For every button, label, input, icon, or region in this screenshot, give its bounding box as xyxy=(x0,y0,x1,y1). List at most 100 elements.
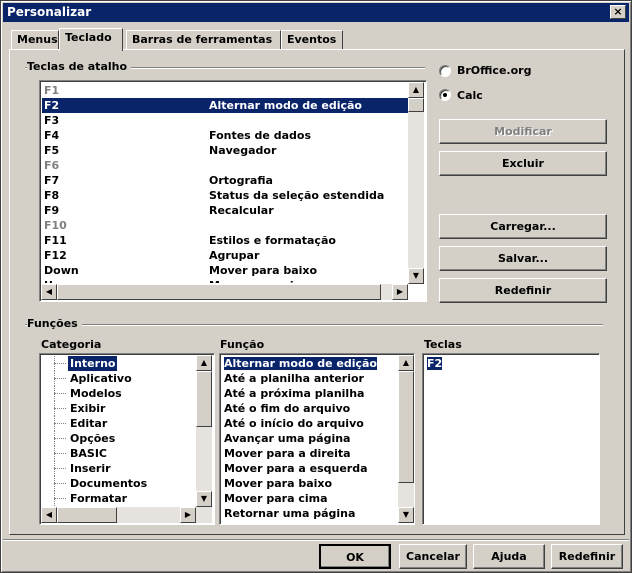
scroll-left-icon[interactable]: ◀ xyxy=(41,284,57,300)
function-vscrollbar[interactable]: ▲ ▼ xyxy=(398,355,414,523)
scroll-down-icon[interactable]: ▼ xyxy=(398,507,414,523)
category-label: Exibir xyxy=(70,402,106,415)
shortcut-list[interactable]: F1 F2 Alternar modo de edição F3 F4 Fontes de… xyxy=(39,80,427,302)
keys-rows: F2 xyxy=(425,356,595,522)
scroll-down-icon[interactable]: ▼ xyxy=(408,268,424,284)
radio-dot-icon xyxy=(443,93,447,97)
keys-list[interactable]: F2 xyxy=(422,353,600,525)
function-item[interactable]: Até o fim do arquivo xyxy=(222,401,398,416)
shortcut-function: Estilos e formatação xyxy=(209,234,336,247)
ok-button[interactable]: OK xyxy=(319,544,391,569)
function-label-text: Até a próxima planilha xyxy=(224,387,365,400)
radio-broffice[interactable] xyxy=(439,65,451,77)
shortcut-row[interactable]: F5 Navegador xyxy=(42,143,408,158)
tab-teclado[interactable]: Teclado xyxy=(59,28,123,51)
radio-calc[interactable] xyxy=(439,89,451,101)
shortcut-key: F6 xyxy=(44,159,60,172)
scroll-down-icon[interactable]: ▼ xyxy=(196,491,212,507)
category-item[interactable]: Exibir xyxy=(42,401,196,416)
function-label-text: Alternar modo de edição xyxy=(224,357,377,370)
category-item[interactable]: Opções xyxy=(42,431,196,446)
shortcut-key: F4 xyxy=(44,129,60,142)
category-item[interactable]: Modelos xyxy=(42,386,196,401)
shortcut-function: Recalcular xyxy=(209,204,274,217)
shortcut-key: F12 xyxy=(44,249,67,262)
shortcut-row[interactable]: F3 xyxy=(42,113,408,128)
shortcut-row[interactable]: F11 Estilos e formatação xyxy=(42,233,408,248)
shortcut-key: F1 xyxy=(44,84,60,97)
function-item[interactable]: Mover para cima xyxy=(222,491,398,506)
tree-branch xyxy=(54,393,66,394)
shortcut-row[interactable]: F1 xyxy=(42,83,408,98)
radio-broffice-label[interactable]: BrOffice.org xyxy=(457,64,531,77)
shortcut-row[interactable]: F6 xyxy=(42,158,408,173)
modify-button[interactable]: Modificar xyxy=(439,119,607,144)
scroll-up-icon[interactable]: ▲ xyxy=(408,82,424,98)
category-item[interactable]: Interno xyxy=(42,356,196,371)
tab-barras-de-ferramentas[interactable]: Barras de ferramentas xyxy=(126,30,281,50)
function-item[interactable]: Avançar uma página xyxy=(222,431,398,446)
hscroll-thumb[interactable] xyxy=(57,284,381,300)
shortcut-row[interactable]: Up Mover para cima xyxy=(42,278,408,283)
shortcut-function: Alternar modo de edição xyxy=(209,99,362,112)
function-item[interactable]: Até o início do arquivo xyxy=(222,416,398,431)
scroll-up-icon[interactable]: ▲ xyxy=(398,355,414,371)
shortcut-row[interactable]: F12 Agrupar xyxy=(42,248,408,263)
category-label: Editar xyxy=(70,417,108,430)
shortcuts-group-label: Teclas de atalho xyxy=(27,60,132,73)
shortcut-row[interactable]: Down Mover para baixo xyxy=(42,263,408,278)
close-icon[interactable]: × xyxy=(610,5,626,19)
reset-button[interactable]: Redefinir xyxy=(439,278,607,303)
function-item[interactable]: Mover para baixo xyxy=(222,476,398,491)
customize-dialog: Personalizar × Menus Teclado Barras de f… xyxy=(0,0,632,573)
save-button[interactable]: Salvar... xyxy=(439,246,607,271)
function-item[interactable]: Até a próxima planilha xyxy=(222,386,398,401)
function-item[interactable]: Alternar modo de edição xyxy=(222,356,398,371)
cancel-button[interactable]: Cancelar xyxy=(399,544,467,569)
category-item[interactable]: Formatar xyxy=(42,491,196,506)
function-item[interactable]: Mover para a direita xyxy=(222,446,398,461)
category-item[interactable]: BASIC xyxy=(42,446,196,461)
category-item[interactable]: Aplicativo xyxy=(42,371,196,386)
hscroll-thumb[interactable] xyxy=(57,507,117,523)
category-item[interactable]: Editar xyxy=(42,416,196,431)
shortcut-row[interactable]: F7 Ortografia xyxy=(42,173,408,188)
scroll-up-icon[interactable]: ▲ xyxy=(196,355,212,371)
category-tree[interactable]: Interno Aplicativo Modelos Exibir Editar Opçõ… xyxy=(39,353,215,525)
category-item[interactable]: Documentos xyxy=(42,476,196,491)
category-item[interactable]: Inserir xyxy=(42,461,196,476)
function-item[interactable]: Mover para a esquerda xyxy=(222,461,398,476)
load-button[interactable]: Carregar... xyxy=(439,214,607,239)
tab-eventos[interactable]: Eventos xyxy=(281,30,343,50)
category-label: Modelos xyxy=(70,387,122,400)
function-label-text: Retornar uma página xyxy=(224,507,356,520)
scroll-thumb[interactable] xyxy=(398,371,414,483)
scroll-thumb[interactable] xyxy=(408,98,424,112)
tab-menus[interactable]: Menus xyxy=(11,30,59,50)
scroll-left-icon[interactable]: ◀ xyxy=(41,507,57,523)
function-item[interactable]: Retornar uma página xyxy=(222,506,398,521)
shortcut-row[interactable]: F10 xyxy=(42,218,408,233)
delete-button[interactable]: Excluir xyxy=(439,151,607,176)
shortcut-row[interactable]: F2 Alternar modo de edição xyxy=(42,98,408,113)
help-button[interactable]: Ajuda xyxy=(473,544,545,569)
radio-calc-label[interactable]: Calc xyxy=(457,89,483,102)
shortcut-function: Ortografia xyxy=(209,174,273,187)
shortcut-row[interactable]: F9 Recalcular xyxy=(42,203,408,218)
footer-reset-button[interactable]: Redefinir xyxy=(551,544,623,569)
shortcut-vscrollbar[interactable]: ▲ ▼ xyxy=(408,82,424,284)
shortcut-row[interactable]: F4 Fontes de dados xyxy=(42,128,408,143)
category-vscrollbar[interactable]: ▲ ▼ xyxy=(196,355,212,507)
function-label-text: Mover para cima xyxy=(224,492,328,505)
key-item[interactable]: F2 xyxy=(425,356,595,371)
shortcut-function: Status da seleção estendida xyxy=(209,189,385,202)
scroll-right-icon[interactable]: ▶ xyxy=(180,507,196,523)
category-hscrollbar[interactable]: ◀ ▶ xyxy=(41,507,212,523)
shortcut-key: F7 xyxy=(44,174,60,187)
shortcut-hscrollbar[interactable]: ◀ ▶ xyxy=(41,284,408,300)
scroll-right-icon[interactable]: ▶ xyxy=(392,284,408,300)
shortcut-row[interactable]: F8 Status da seleção estendida xyxy=(42,188,408,203)
function-item[interactable]: Até a planilha anterior xyxy=(222,371,398,386)
scroll-thumb[interactable] xyxy=(196,371,212,427)
function-list[interactable]: Alternar modo de edição Até a planilha an… xyxy=(219,353,415,525)
